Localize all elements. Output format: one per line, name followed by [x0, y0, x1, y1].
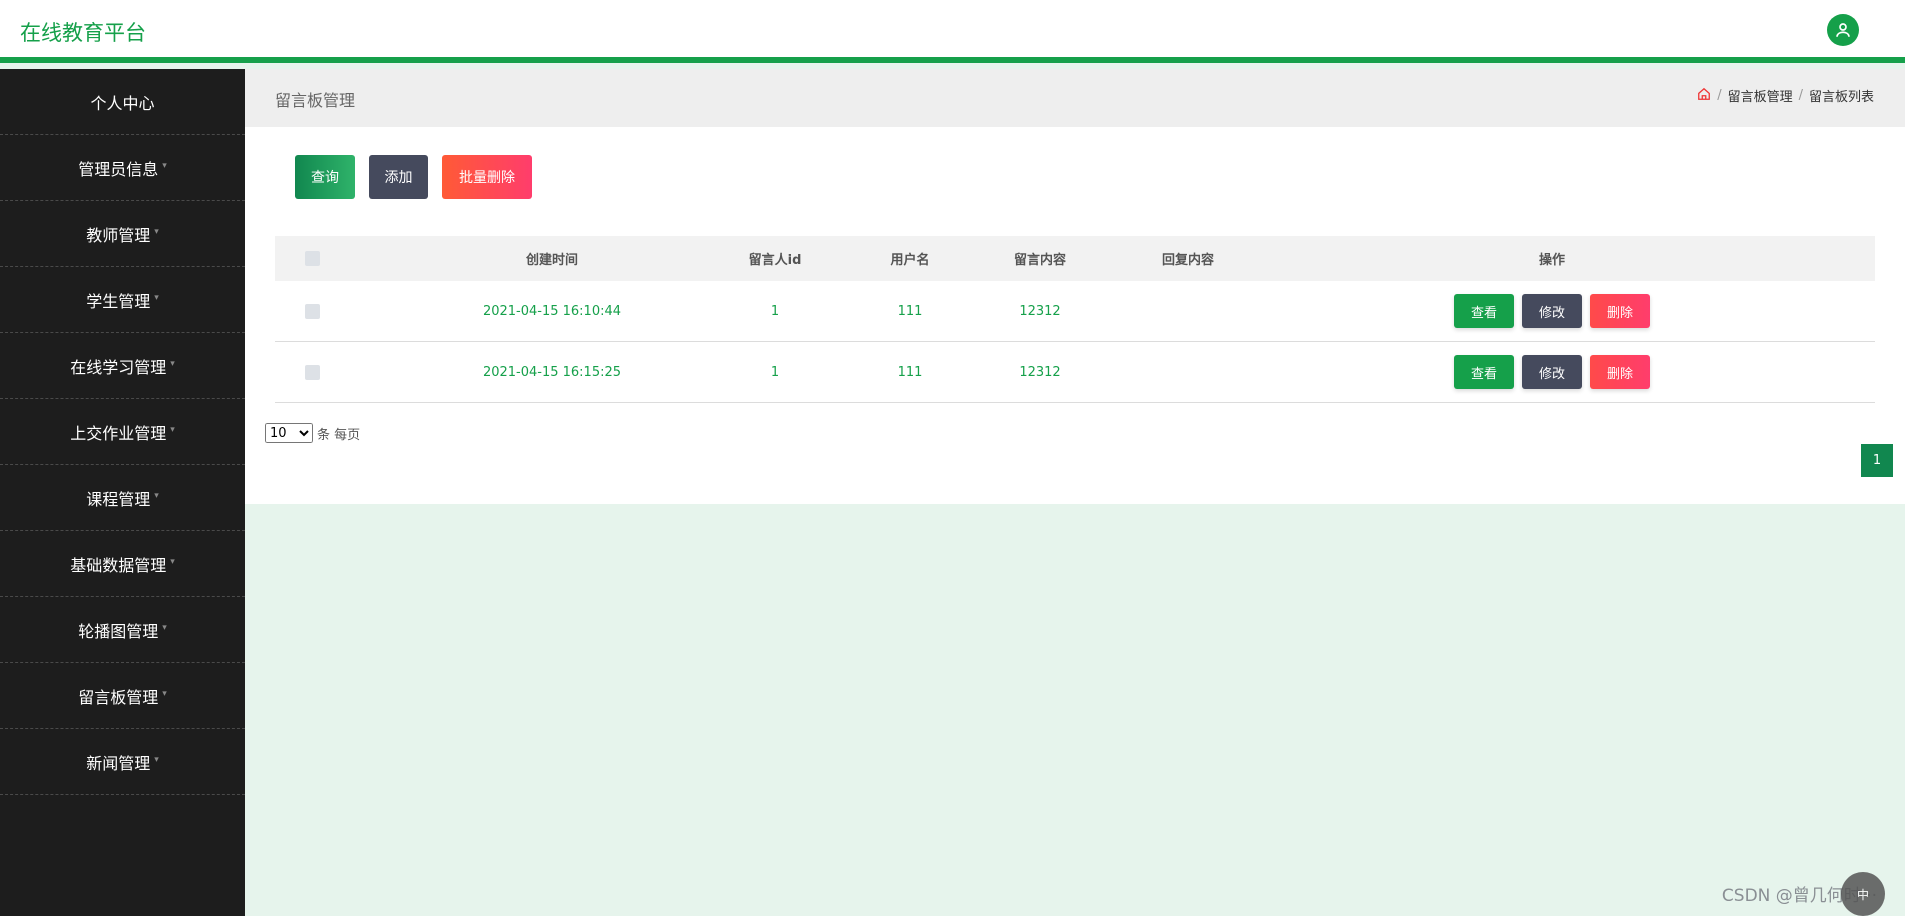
- sidebar-item-label: 基础数据管理: [70, 555, 167, 575]
- floating-assist-button[interactable]: 中: [1841, 872, 1885, 916]
- col-actions: 操作: [1538, 253, 1565, 268]
- chevron-down-icon: ▾: [162, 688, 167, 699]
- sidebar-item-label: 管理员信息: [78, 159, 159, 179]
- col-reply: 回复内容: [1161, 253, 1214, 268]
- select-all-checkbox[interactable]: [305, 251, 320, 266]
- chevron-down-icon: ▾: [170, 556, 175, 567]
- chevron-down-icon: ▾: [170, 424, 175, 435]
- cell-user_id: 1: [770, 303, 780, 319]
- cell-reply: [1128, 342, 1248, 402]
- page-button-1[interactable]: 1: [1861, 444, 1893, 477]
- chevron-down-icon: ▾: [162, 160, 167, 171]
- cell-username: 111: [897, 303, 923, 319]
- page-size-control: 102050 条 每页: [265, 423, 360, 443]
- cell-content: 12312: [1019, 364, 1061, 380]
- table-row: 2021-04-15 16:15:25 1 111 12312 查看 修改 删除: [275, 342, 1875, 403]
- sidebar-item[interactable]: 上交作业管理 ▾: [0, 399, 245, 465]
- sidebar-item-label: 教师管理: [86, 225, 151, 245]
- toolbar: 查询 添加 批量删除: [295, 155, 532, 199]
- sidebar-item-label: 在线学习管理: [70, 357, 167, 377]
- row-checkbox[interactable]: [305, 364, 320, 380]
- cell-created: 2021-04-15 16:15:25: [482, 364, 622, 380]
- sidebar-item[interactable]: 教师管理 ▾: [0, 201, 245, 267]
- sidebar-item[interactable]: 新闻管理 ▾: [0, 729, 245, 795]
- row-actions: 查看 修改 删除: [1432, 281, 1672, 341]
- page-title: 留言板管理: [275, 91, 356, 110]
- sidebar-item[interactable]: 课程管理 ▾: [0, 465, 245, 531]
- sidebar-item-label: 课程管理: [86, 489, 151, 509]
- table-row: 2021-04-15 16:10:44 1 111 12312 查看 修改 删除: [275, 281, 1875, 342]
- edit-button[interactable]: 修改: [1522, 294, 1582, 328]
- top-header: 在线教育平台: [0, 0, 1905, 63]
- breadcrumb-item-board[interactable]: 留言板管理: [1728, 86, 1793, 105]
- message-table: 创建时间 留言人id 用户名 留言内容 回复内容 操作 2021-04-15 1…: [275, 236, 1875, 403]
- chevron-down-icon: ▾: [154, 754, 159, 765]
- row-actions: 查看 修改 删除: [1432, 342, 1672, 402]
- sidebar-item-label: 轮播图管理: [78, 621, 159, 641]
- view-button[interactable]: 查看: [1454, 355, 1514, 389]
- sidebar-item[interactable]: 学生管理 ▾: [0, 267, 245, 333]
- sidebar-item-label: 上交作业管理: [70, 423, 167, 443]
- edit-button[interactable]: 修改: [1522, 355, 1582, 389]
- chevron-down-icon: ▾: [154, 292, 159, 303]
- table-header: 创建时间 留言人id 用户名 留言内容 回复内容 操作: [275, 236, 1875, 281]
- user-avatar-icon[interactable]: [1827, 14, 1859, 46]
- breadcrumb-item-list: 留言板列表: [1808, 90, 1874, 105]
- sidebar-item-label: 留言板管理: [78, 687, 159, 707]
- row-checkbox[interactable]: [305, 303, 320, 319]
- sidebar-item[interactable]: 个人中心: [0, 69, 245, 135]
- title-bar: 留言板管理 / 留言板管理 / 留言板列表: [245, 69, 1905, 127]
- chevron-down-icon: ▾: [154, 490, 159, 501]
- sidebar-item[interactable]: 管理员信息 ▾: [0, 135, 245, 201]
- per-page-label: 条 每页: [317, 427, 361, 443]
- cell-content: 12312: [1019, 303, 1061, 319]
- sidebar-item[interactable]: 轮播图管理 ▾: [0, 597, 245, 663]
- sidebar-item-label: 新闻管理: [86, 753, 151, 773]
- chevron-down-icon: ▾: [162, 622, 167, 633]
- chevron-down-icon: ▾: [170, 358, 175, 369]
- cell-reply: [1128, 281, 1248, 341]
- cell-created: 2021-04-15 16:10:44: [482, 303, 622, 319]
- view-button[interactable]: 查看: [1454, 294, 1514, 328]
- sidebar-item-label: 个人中心: [90, 93, 155, 113]
- batch-delete-button[interactable]: 批量删除: [442, 155, 532, 199]
- sidebar-item[interactable]: 基础数据管理 ▾: [0, 531, 245, 597]
- sidebar: 个人中心 管理员信息 ▾ 教师管理 ▾ 学生管理 ▾ 在线学习管理 ▾ 上交作业管理 ▾ 课程管理 ▾ 基…: [0, 69, 245, 916]
- sidebar-item[interactable]: 在线学习管理 ▾: [0, 333, 245, 399]
- sidebar-item-label: 学生管理: [86, 291, 151, 311]
- chevron-down-icon: ▾: [154, 226, 159, 237]
- cell-username: 111: [897, 364, 923, 380]
- breadcrumb: / 留言板管理 / 留言板列表: [1697, 86, 1874, 105]
- main-panel: 留言板管理 / 留言板管理 / 留言板列表 查询 添加 批量删除 创建时间 留言…: [245, 69, 1905, 504]
- add-button[interactable]: 添加: [369, 155, 428, 199]
- query-button[interactable]: 查询: [295, 155, 355, 199]
- delete-button[interactable]: 删除: [1590, 355, 1650, 389]
- home-icon[interactable]: [1697, 87, 1711, 105]
- col-user-id: 留言人id: [748, 253, 802, 268]
- col-created: 创建时间: [525, 253, 578, 268]
- cell-user_id: 1: [770, 364, 780, 380]
- col-content: 留言内容: [1013, 253, 1066, 268]
- brand-title: 在线教育平台: [20, 21, 146, 45]
- delete-button[interactable]: 删除: [1590, 294, 1650, 328]
- col-username: 用户名: [890, 253, 930, 268]
- page-size-select[interactable]: 102050: [265, 423, 313, 443]
- sidebar-item[interactable]: 留言板管理 ▾: [0, 663, 245, 729]
